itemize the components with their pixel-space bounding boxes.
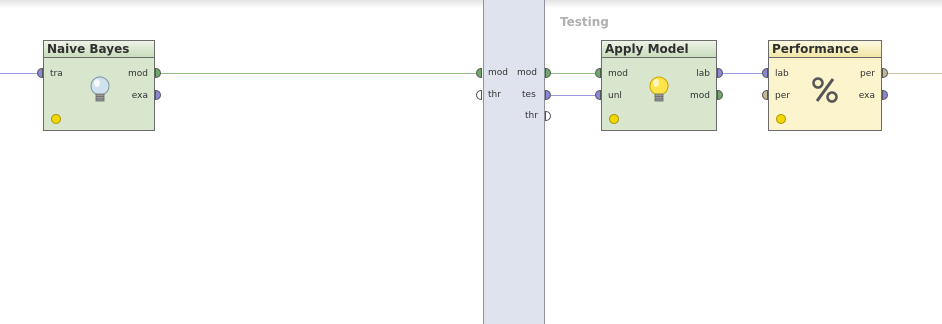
divider-output-tes-label: tes <box>522 90 536 100</box>
naive-bayes-input-tra-port[interactable] <box>37 68 43 78</box>
apply-model-operator[interactable]: Apply Model mod unl lab mod <box>601 40 717 131</box>
apply-model-input-unl-label: unl <box>608 91 622 101</box>
lightbulb-on-icon <box>649 76 669 102</box>
wire-divider-mod-to-apply[interactable] <box>551 73 595 74</box>
naive-bayes-operator[interactable]: Naive Bayes tra mod exa <box>43 40 155 131</box>
naive-bayes-output-exa-label: exa <box>131 91 148 101</box>
divider-output-thr-label: thr <box>525 111 538 121</box>
performance-operator[interactable]: Performance lab per per exa <box>768 40 882 131</box>
apply-model-output-mod-label: mod <box>690 91 710 101</box>
divider-input-mod-port[interactable] <box>476 68 482 78</box>
performance-input-lab-label: lab <box>775 69 789 79</box>
apply-model-output-lab-port[interactable] <box>717 68 723 78</box>
apply-model-output-mod-port[interactable] <box>717 90 723 100</box>
divider-input-thr-port[interactable] <box>476 90 482 100</box>
apply-model-input-unl-port[interactable] <box>595 90 601 100</box>
canvas-top-shade <box>0 0 942 8</box>
apply-model-output-lab-label: lab <box>696 69 710 79</box>
performance-output-per-label: per <box>860 69 875 79</box>
performance-input-lab-port[interactable] <box>762 68 768 78</box>
divider-input-thr-label: thr <box>488 90 501 100</box>
naive-bayes-status-indicator <box>51 114 61 124</box>
divider-output-tes-port[interactable] <box>545 90 551 100</box>
testing-section-title: Testing <box>560 15 609 29</box>
divider-input-mod-label: mod <box>488 68 508 78</box>
wire-performance-out[interactable] <box>888 73 942 74</box>
naive-bayes-title: Naive Bayes <box>44 41 154 58</box>
performance-output-exa-port[interactable] <box>882 90 888 100</box>
wire-input-to-naive-bayes[interactable] <box>0 73 38 74</box>
divider-output-mod-label: mod <box>517 68 537 78</box>
naive-bayes-output-mod-port[interactable] <box>155 68 161 78</box>
wire-apply-lab-to-performance[interactable] <box>722 73 762 74</box>
performance-input-per-label: per <box>775 91 790 101</box>
wire-divider-tes-to-apply[interactable] <box>551 95 595 96</box>
lightbulb-off-icon <box>90 76 110 102</box>
divider-output-mod-port[interactable] <box>545 68 551 78</box>
naive-bayes-output-mod-label: mod <box>128 69 148 79</box>
apply-model-input-mod-label: mod <box>608 69 628 79</box>
performance-title: Performance <box>769 41 881 58</box>
divider-output-thr-port[interactable] <box>545 111 551 121</box>
subprocess-divider[interactable] <box>483 0 545 324</box>
performance-input-per-port[interactable] <box>762 90 768 100</box>
performance-status-indicator <box>776 114 786 124</box>
apply-model-input-mod-port[interactable] <box>595 68 601 78</box>
apply-model-status-indicator <box>609 114 619 124</box>
performance-output-per-port[interactable] <box>882 68 888 78</box>
naive-bayes-input-tra-label: tra <box>50 69 63 79</box>
apply-model-title: Apply Model <box>602 41 716 58</box>
naive-bayes-output-exa-port[interactable] <box>155 90 161 100</box>
wire-naive-bayes-to-divider[interactable] <box>160 73 478 74</box>
performance-output-exa-label: exa <box>858 91 875 101</box>
percent-icon <box>812 77 838 103</box>
